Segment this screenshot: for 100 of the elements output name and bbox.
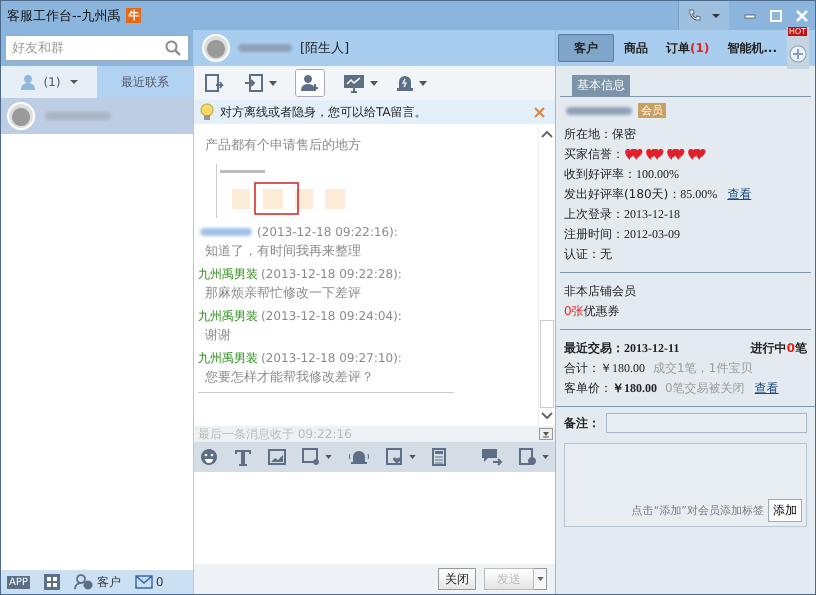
membership-status: 非本店铺会员: [564, 282, 637, 300]
coupon-count: 0张: [564, 302, 584, 320]
caret-icon[interactable]: [542, 455, 549, 459]
coupon-label: 优惠券: [584, 302, 620, 320]
unit-price-label: 客单价：: [564, 380, 612, 396]
add-person-icon: [301, 74, 319, 92]
blurred-name: [43, 110, 113, 122]
phone-icon: [687, 8, 703, 24]
bell-icon[interactable]: [348, 448, 370, 466]
avatar-icon: [202, 34, 230, 62]
last-message-time: 最后一条消息收于 09:22:16: [198, 426, 352, 442]
customers-button[interactable]: 客户: [74, 574, 121, 590]
hot-badge: HOT: [788, 27, 808, 36]
field-label: 所在地：: [564, 126, 612, 142]
sender-name: 九州禹男装: [198, 308, 258, 324]
message-text: 您要怎样才能帮我修改差评？: [204, 369, 375, 387]
message-time: (2013-12-18 09:24:04):: [261, 309, 402, 323]
close-button[interactable]: 关闭: [438, 568, 476, 590]
phone-button[interactable]: [678, 1, 729, 30]
mail-button[interactable]: 0: [134, 575, 164, 589]
panel-tab[interactable]: 智能机...: [719, 34, 786, 62]
ongoing-count: 0: [786, 341, 795, 355]
field-value: 100.00%: [636, 166, 679, 182]
remark-field[interactable]: [606, 413, 807, 433]
caret-icon[interactable]: [419, 80, 427, 86]
grid-icon[interactable]: [44, 574, 60, 590]
panel-tab[interactable]: 商品: [616, 34, 656, 62]
contact-tag: [陌生人]: [300, 39, 350, 57]
sender-name: 九州禹男装: [198, 350, 258, 366]
window-title: 客服工作台--九州禹: [7, 8, 120, 24]
remark-label: 备注：: [564, 414, 600, 432]
panel-tab[interactable]: 订单(1): [658, 34, 718, 62]
emoji-icon[interactable]: [200, 448, 218, 466]
field-label: 上次登录：: [564, 206, 624, 222]
blurred-name: [236, 42, 294, 54]
search-field[interactable]: 好友和群: [5, 35, 189, 61]
mail-icon: [134, 575, 153, 589]
app-button[interactable]: APP: [7, 576, 30, 588]
view-link[interactable]: 查看: [754, 380, 779, 396]
image-icon[interactable]: [268, 449, 286, 465]
avatar-icon: [7, 102, 35, 130]
notice-text: 对方离线或者隐身，您可以给TA留言。: [220, 104, 428, 120]
caret-icon[interactable]: [269, 80, 277, 86]
ongoing-unit: 笔: [795, 340, 807, 356]
blurred-name: [198, 226, 254, 238]
field-value: 2013-12-18: [624, 206, 680, 222]
add-contact-button[interactable]: [295, 69, 325, 97]
recent-trade-date: 2013-12-11: [624, 340, 680, 356]
title-badge: 牛: [126, 8, 142, 23]
member-badge: 会员: [638, 103, 666, 118]
scroll-up-icon[interactable]: [541, 130, 553, 138]
field-value: 2012-03-09: [624, 226, 680, 242]
collapse-icon[interactable]: [539, 428, 553, 440]
monitor-chart-icon[interactable]: [343, 73, 365, 93]
field-label: 发出好评率(180天)：: [564, 186, 680, 202]
closed-trades-note: 0笔交易被关闭: [665, 380, 745, 396]
scrollbar[interactable]: [538, 124, 555, 426]
caret-icon: [711, 12, 721, 18]
heart-icon: [624, 147, 645, 161]
scroll-down-icon[interactable]: [541, 412, 553, 420]
message-text: 知道了，有时间我再来整理: [204, 243, 362, 261]
field-value: 无: [600, 246, 612, 262]
message-time: (2013-12-18 09:22:28):: [261, 267, 402, 281]
add-tag-button[interactable]: 添加: [768, 499, 802, 522]
search-icon: [165, 40, 181, 56]
calculator-icon[interactable]: [432, 448, 446, 466]
contact-item[interactable]: [1, 98, 193, 134]
field-value: 85.00%: [680, 186, 718, 202]
caret-icon[interactable]: [409, 455, 416, 459]
total-value: ￥180.00: [600, 360, 645, 376]
unit-price-value: ￥180.00: [612, 380, 657, 396]
field-label: 买家信誉：: [564, 146, 624, 162]
caret-icon[interactable]: [325, 455, 332, 459]
heart-icon: [687, 147, 708, 161]
recent-trade-label: 最近交易：: [564, 340, 624, 356]
person-icon: [20, 74, 36, 90]
panel-tab[interactable]: 客户: [558, 34, 614, 62]
edit-share-icon[interactable]: [204, 73, 226, 93]
heart-note-icon[interactable]: [386, 448, 404, 466]
recent-tab[interactable]: 最近联系: [97, 66, 193, 98]
message-time: (2013-12-18 09:22:16):: [257, 225, 398, 239]
caret-icon: [68, 79, 78, 85]
field-label: 收到好评率：: [564, 166, 636, 182]
close-icon[interactable]: [534, 106, 545, 118]
total-label: 合计：: [564, 360, 600, 376]
scroll-thumb[interactable]: [540, 320, 554, 408]
send-options-button[interactable]: [534, 568, 547, 590]
field-value: 保密: [612, 126, 636, 142]
font-icon[interactable]: [234, 448, 252, 466]
screenshot-icon[interactable]: [302, 448, 320, 466]
chat-forward-icon[interactable]: [481, 448, 503, 466]
view-link[interactable]: 查看: [727, 186, 752, 202]
import-icon[interactable]: [244, 73, 264, 93]
caret-icon[interactable]: [370, 80, 378, 86]
plus-icon: [789, 45, 808, 63]
tag-hint: 点击“添加”对会员添加标签: [632, 503, 764, 518]
alert-icon[interactable]: [396, 74, 414, 92]
add-tab-button[interactable]: HOT: [787, 27, 810, 69]
heart-icon: [666, 147, 687, 161]
total-note: 成交1笔，1件宝贝: [653, 360, 752, 376]
